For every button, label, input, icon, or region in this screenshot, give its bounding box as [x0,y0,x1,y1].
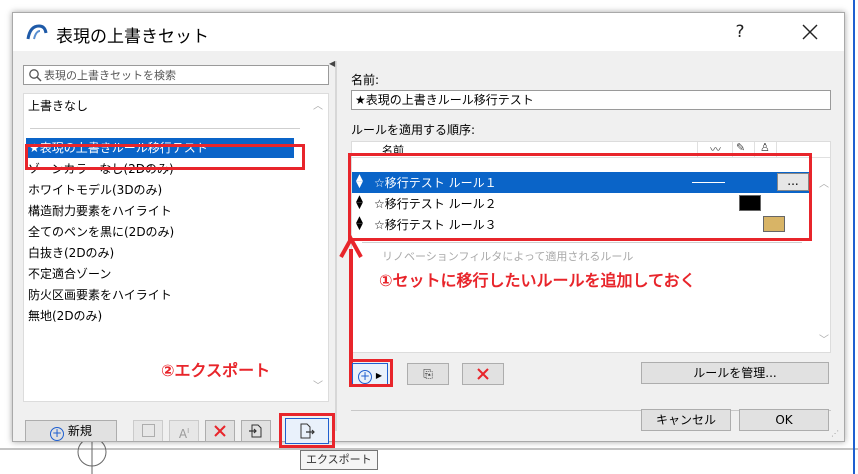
import-icon [249,424,262,438]
scroll-down-icon[interactable]: ﹀ [310,380,326,394]
title-bar: 表現の上書きセット ? [13,13,844,51]
duplicate-button[interactable] [133,420,163,442]
scroll-up-icon[interactable]: ︿ [816,178,832,192]
manage-rules-button[interactable]: ルールを管理... [641,362,829,384]
rename-icon: AI [178,427,190,441]
delete-x-icon [477,368,489,380]
override-sets-dialog: 表現の上書きセット ? 上書きなし ★表現の上書きルール移行テスト ゾーンカラー… [12,12,845,448]
delete-button[interactable] [205,420,235,442]
export-tooltip: エクスポート [300,450,378,470]
annotation-highlight-selected-set [25,144,305,170]
name-field[interactable]: ★表現の上書きルール移行テスト [351,90,831,110]
annotation-note-export: ②エクスポート [161,361,271,380]
list-item[interactable]: 白抜き(2Dのみ) [28,243,114,263]
annotation-note-add-rules: ①セットに移行したいルールを追加しておく [379,271,696,290]
duplicate-icon [141,424,155,437]
set-list[interactable]: 上書きなし ★表現の上書きルール移行テスト ゾーンカラーなし(2Dのみ) ホワイ… [23,93,329,402]
add-circle-icon: + [50,426,65,441]
scroll-down-icon[interactable]: ﹀ [816,334,832,348]
help-button[interactable]: ? [725,17,755,47]
search-icon [29,69,42,82]
remove-rule-button[interactable] [462,363,504,385]
annotation-highlight-export [279,413,335,448]
list-item[interactable]: 全てのペンを黒に(2Dのみ) [28,222,174,242]
search-box[interactable] [23,65,329,85]
close-icon [802,24,818,40]
name-label: 名前: [351,73,380,87]
cancel-button[interactable]: キャンセル [641,409,731,431]
close-button[interactable] [793,17,827,47]
list-item[interactable]: 不定適合ゾーン [28,264,111,284]
list-item-no-override[interactable]: 上書きなし [28,96,88,116]
annotation-highlight-add-rule [349,359,393,387]
panel-splitter[interactable] [335,61,337,431]
import-button[interactable] [241,420,271,442]
renovation-filter-rules-text: リノベーションフィルタによって適用されるルール [382,250,634,263]
dialog-title: 表現の上書きセット [56,27,209,47]
scroll-up-icon[interactable]: ︿ [310,100,326,114]
new-button-label: 新規 [67,424,92,438]
rule-import-icon: ⎘ [423,367,433,381]
import-rule-button[interactable]: ⎘ [407,363,449,385]
rules-divider [362,242,802,243]
delete-x-icon [214,425,226,437]
annotation-highlight-rules [348,153,812,241]
order-label: ルールを適用する順序: [351,123,476,137]
list-item[interactable]: 無地(2Dのみ) [28,306,102,326]
search-input[interactable] [44,67,324,83]
resize-grip-icon[interactable]: ⋰ [831,429,839,438]
new-button[interactable]: + 新規 [25,420,117,442]
rename-button[interactable]: AI [169,420,199,442]
collapse-arrow-icon[interactable]: ◀ [329,59,335,68]
ok-button[interactable]: OK [739,409,829,431]
archicad-logo-icon [26,24,48,40]
list-divider [30,128,300,129]
annotation-arrow-up [339,235,363,363]
list-item[interactable]: 構造耐力要素をハイライト [28,201,172,221]
list-item[interactable]: ホワイトモデル(3Dのみ) [28,180,162,200]
list-item[interactable]: 防火区画要素をハイライト [28,285,172,305]
